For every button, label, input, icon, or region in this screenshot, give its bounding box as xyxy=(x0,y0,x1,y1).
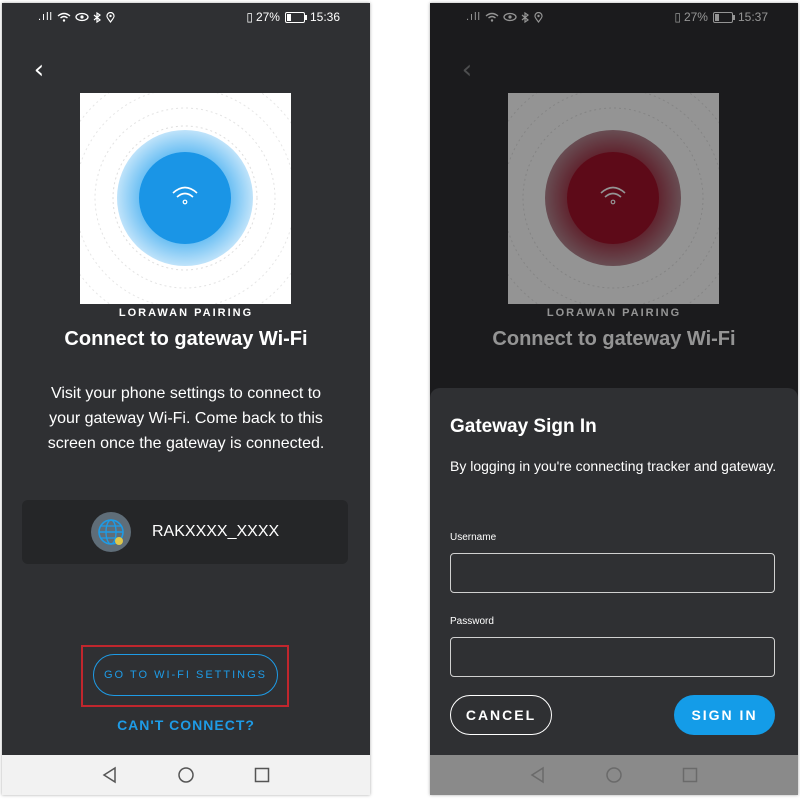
nav-back-icon[interactable] xyxy=(529,766,547,784)
android-nav-bar xyxy=(2,755,370,795)
signal-icon: .ıll xyxy=(38,11,53,23)
sheet-description: By logging in you're connecting tracker … xyxy=(450,458,777,474)
battery-percent: 27% xyxy=(255,10,280,24)
battery-icon xyxy=(284,11,307,23)
gateway-sign-in-sheet: Gateway Sign In By logging in you're con… xyxy=(430,388,798,755)
password-input[interactable] xyxy=(450,637,775,677)
nav-home-icon[interactable] xyxy=(605,766,623,784)
sign-in-button[interactable]: SIGN IN xyxy=(674,695,775,735)
pairing-illustration xyxy=(80,93,291,304)
nav-recents-icon[interactable] xyxy=(681,766,699,784)
network-card: RAKXXXX_XXXX xyxy=(22,500,348,564)
status-time: 15:36 xyxy=(309,10,340,24)
eye-icon xyxy=(75,12,89,22)
android-nav-bar xyxy=(430,755,798,795)
nav-back-icon[interactable] xyxy=(101,766,119,784)
nav-home-icon[interactable] xyxy=(177,766,195,784)
location-icon xyxy=(106,11,115,23)
wifi-radar-graphic xyxy=(80,93,291,304)
username-input[interactable] xyxy=(450,553,775,593)
password-label: Password xyxy=(450,616,494,627)
status-bar: .ıll ▯ 27% 15:36 xyxy=(2,3,370,31)
back-chevron-icon[interactable]: ‹ xyxy=(26,57,52,83)
cancel-button[interactable]: CANCEL xyxy=(450,695,552,735)
globe-icon xyxy=(91,512,131,552)
network-name: RAKXXXX_XXXX xyxy=(152,523,280,540)
bluetooth-icon xyxy=(93,11,102,23)
nav-recents-icon[interactable] xyxy=(253,766,271,784)
phone-screen-connect: .ıll ▯ 27% 15:36 ‹ LORAWAN PAIRING Conne… xyxy=(2,3,370,795)
section-eyebrow: LORAWAN PAIRING xyxy=(118,307,254,319)
status-icons: .ıll xyxy=(38,11,115,23)
vibrate-icon: ▯ xyxy=(246,10,253,24)
sheet-title: Gateway Sign In xyxy=(450,416,597,437)
username-label: Username xyxy=(450,532,497,543)
wifi-status-icon xyxy=(57,12,71,22)
instructions-text: Visit your phone settings to connect to … xyxy=(47,385,325,452)
cant-connect-link[interactable]: CAN'T CONNECT? xyxy=(2,717,370,733)
status-right: ▯ 27% 15:36 xyxy=(246,10,340,24)
phone-screen-sign-in: .ıll ▯ 27% 15:37 ‹ LORAWAN PAIRING Conne… xyxy=(430,3,798,795)
page-title: Connect to gateway Wi-Fi xyxy=(64,328,308,350)
go-to-wifi-settings-button[interactable]: GO TO WI-FI SETTINGS xyxy=(93,654,278,696)
